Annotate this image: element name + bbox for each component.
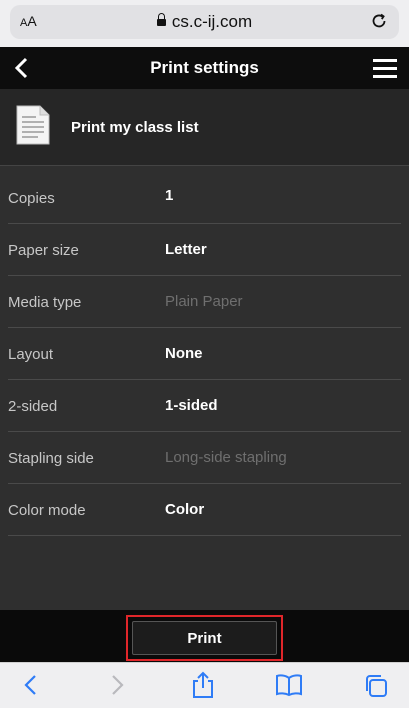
browser-forward-icon [106, 673, 128, 702]
setting-value: Plain Paper [165, 293, 243, 310]
tabs-icon[interactable] [363, 673, 389, 704]
setting-row-media-type: Media type Plain Paper [8, 276, 401, 328]
print-button-highlight: Print [126, 615, 283, 661]
setting-value: 1-sided [165, 397, 218, 414]
browser-toolbar [0, 662, 409, 708]
share-icon[interactable] [190, 671, 216, 704]
hamburger-menu-icon[interactable] [373, 58, 397, 85]
setting-label: Media type [8, 294, 82, 311]
setting-value: None [165, 345, 203, 362]
document-row: Print my class list [0, 89, 409, 166]
document-icon [16, 105, 50, 150]
setting-value: 1 [165, 187, 174, 204]
setting-row-2-sided[interactable]: 2-sided 1-sided [8, 380, 401, 432]
lock-icon [156, 13, 166, 26]
app-header: Print settings [0, 47, 409, 89]
setting-label: Color mode [8, 502, 86, 519]
url-field[interactable]: AA cs.c-ij.com [10, 5, 399, 39]
setting-label: Stapling side [8, 450, 94, 467]
setting-value: Long-side stapling [165, 449, 287, 466]
browser-address-bar: AA cs.c-ij.com [0, 0, 409, 47]
url-text[interactable]: cs.c-ij.com [10, 12, 399, 32]
setting-label: 2-sided [8, 398, 58, 415]
setting-value: Letter [165, 241, 207, 258]
setting-label: Layout [8, 346, 54, 363]
setting-row-paper-size[interactable]: Paper size Letter [8, 224, 401, 276]
setting-label: Paper size [8, 242, 79, 259]
setting-label: Copies [8, 190, 55, 207]
setting-row-color-mode[interactable]: Color mode Color [8, 484, 401, 536]
bookmarks-icon[interactable] [275, 673, 303, 702]
setting-value: Color [165, 501, 205, 518]
setting-row-layout[interactable]: Layout None [8, 328, 401, 380]
settings-list: Copies 1 Paper size Letter Media type Pl… [0, 172, 409, 536]
browser-back-icon[interactable] [20, 673, 42, 702]
print-button[interactable]: Print [132, 621, 277, 655]
reload-icon[interactable] [369, 11, 389, 36]
setting-row-stapling-side: Stapling side Long-side stapling [8, 432, 401, 484]
setting-row-copies[interactable]: Copies 1 [8, 172, 401, 224]
url-domain: cs.c-ij.com [171, 12, 253, 31]
page-title: Print settings [150, 58, 259, 77]
print-bar: Print [0, 610, 409, 662]
document-title: Print my class list [71, 119, 199, 136]
